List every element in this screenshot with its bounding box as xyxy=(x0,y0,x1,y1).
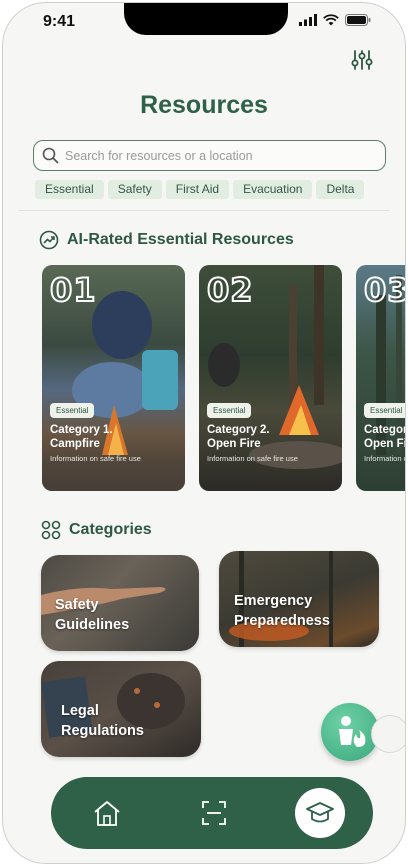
card-number: 02 xyxy=(206,270,254,310)
category-emergency-preparedness[interactable]: Emergency Preparedness xyxy=(219,551,379,647)
category-legal-regulations[interactable]: Legal Regulations xyxy=(41,661,201,757)
categories-header: Categories xyxy=(41,520,152,540)
status-icons xyxy=(299,14,371,26)
home-icon xyxy=(94,801,120,826)
card-info: Information on safe fire use xyxy=(364,454,405,463)
phone-frame: 9:41 Resources Search for resources or a… xyxy=(2,2,406,864)
filter-chips: Essential Safety First Aid Evacuation De… xyxy=(35,180,365,199)
search-input[interactable] xyxy=(65,148,365,163)
search-bar[interactable] xyxy=(33,140,386,171)
trend-icon xyxy=(39,230,59,250)
category-label: Legal Regulations xyxy=(61,703,144,739)
grid-icon xyxy=(41,520,61,540)
category-label: Safety Guidelines xyxy=(55,597,130,633)
battery-icon xyxy=(345,14,371,26)
chip-essential[interactable]: Essential xyxy=(35,180,104,199)
resource-card-2[interactable]: 02 Essential Category 2. Open Fire Infor… xyxy=(199,265,342,491)
chip-delta[interactable]: Delta xyxy=(316,180,365,199)
card-info: Information on safe fire use xyxy=(207,454,298,463)
scan-icon xyxy=(202,801,226,825)
ai-section-header: AI-Rated Essential Resources xyxy=(39,230,294,250)
sliders-icon xyxy=(351,50,373,70)
card-badge: Essential xyxy=(364,403,405,418)
bottom-nav xyxy=(51,777,373,849)
status-time: 9:41 xyxy=(43,13,76,30)
divider xyxy=(19,210,389,211)
nav-home[interactable] xyxy=(77,777,137,849)
card-badge: Essential xyxy=(50,403,95,418)
chip-first-aid[interactable]: First Aid xyxy=(165,180,230,199)
signal-icon xyxy=(299,14,317,26)
page-title: Resources xyxy=(140,91,268,119)
category-label: Emergency Preparedness xyxy=(234,593,330,629)
card-badge: Essential xyxy=(207,403,252,418)
wifi-icon xyxy=(323,14,339,26)
card-number: 03 xyxy=(363,270,406,310)
card-title: Category 2. Open Fire xyxy=(207,424,270,450)
category-safety-guidelines[interactable]: Safety Guidelines xyxy=(41,555,199,651)
graduation-cap-icon xyxy=(306,802,334,823)
chip-evacuation[interactable]: Evacuation xyxy=(233,180,313,199)
card-number: 01 xyxy=(49,270,97,310)
filter-button[interactable] xyxy=(351,49,373,71)
ai-section-title: AI-Rated Essential Resources xyxy=(67,231,294,248)
resource-card-1[interactable]: 01 Essential Category 1. Campfire Inform… xyxy=(42,265,185,491)
search-icon xyxy=(42,147,59,164)
resource-card-3[interactable]: 03 Essential Category 3. Open Fire Infor… xyxy=(356,265,406,491)
notch xyxy=(124,3,288,35)
categories-title: Categories xyxy=(69,521,152,538)
card-info: Information on safe fire use xyxy=(50,454,141,463)
card-title: Category 1. Campfire xyxy=(50,424,113,450)
nav-scan[interactable] xyxy=(184,777,244,849)
chip-safety[interactable]: Safety xyxy=(107,180,162,199)
card-title: Category 3. Open Fire xyxy=(364,424,406,450)
assistant-handle[interactable] xyxy=(371,715,405,753)
nav-learn[interactable] xyxy=(295,788,345,838)
